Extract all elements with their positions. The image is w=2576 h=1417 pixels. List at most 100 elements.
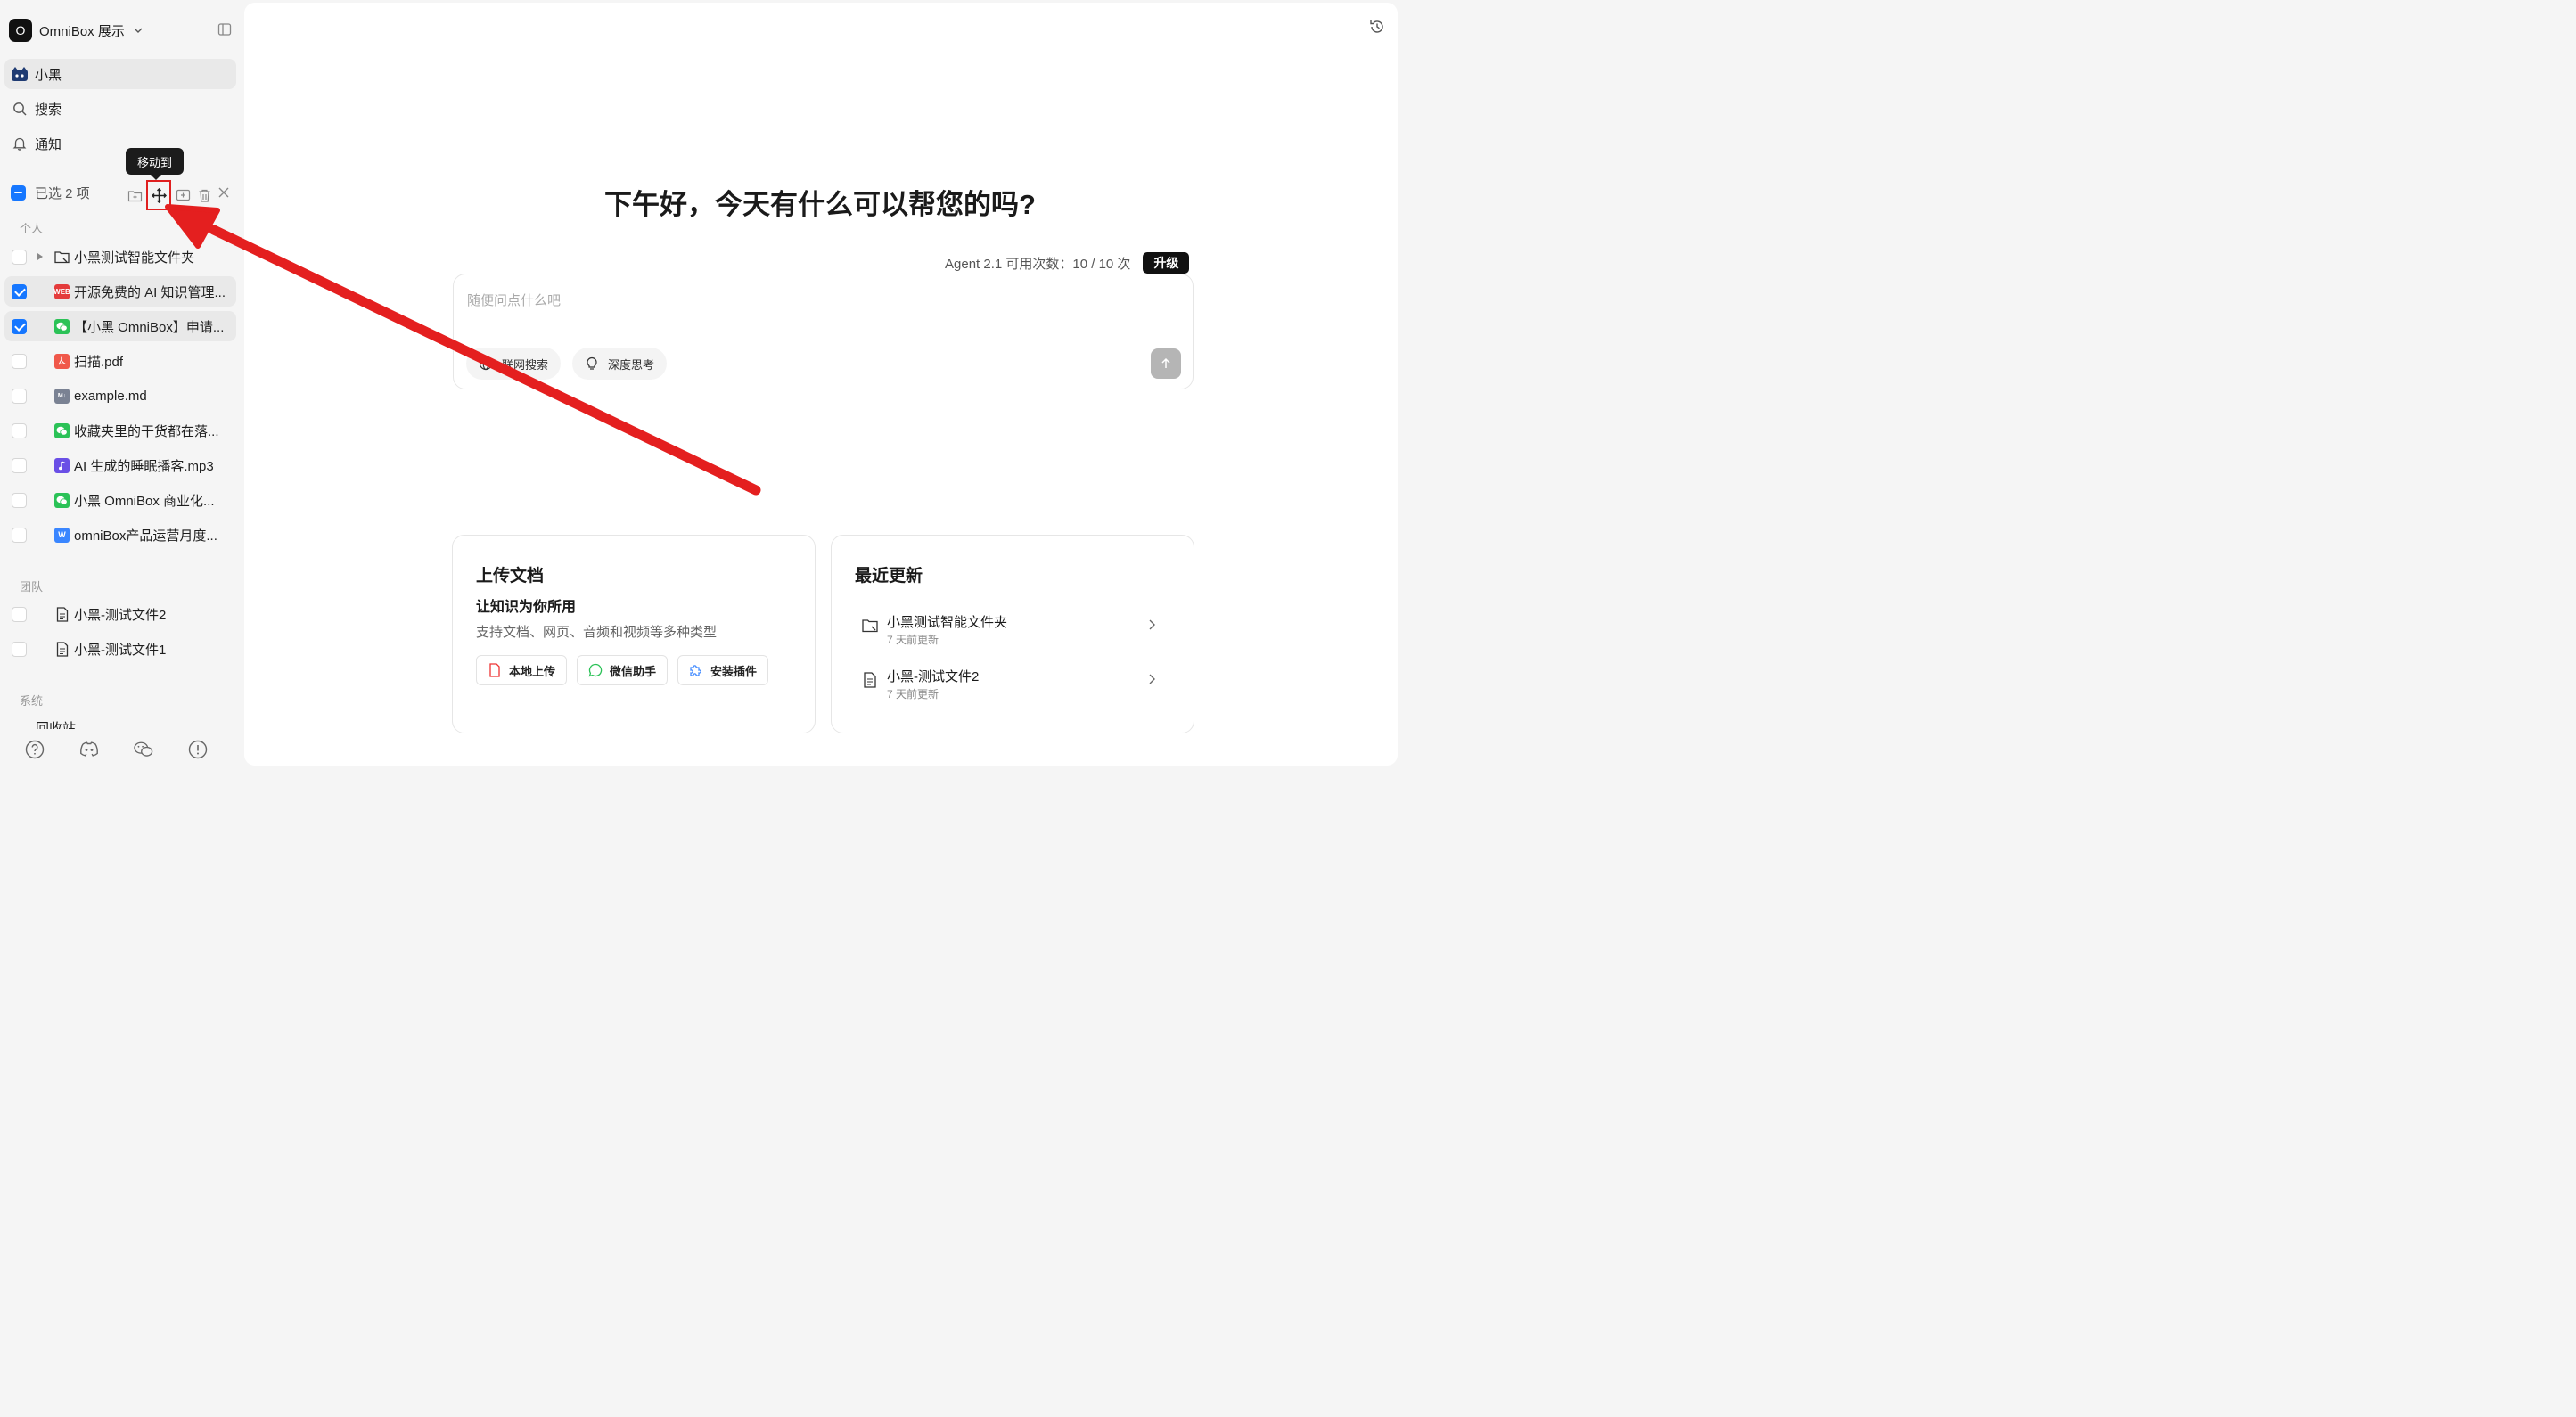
item-name: omniBox产品运营月度... bbox=[74, 528, 217, 544]
recent-item[interactable]: 小黑-测试文件2 7 天前更新 bbox=[855, 667, 1176, 706]
web-page-icon: WEB bbox=[53, 283, 70, 299]
item-checkbox[interactable] bbox=[12, 249, 27, 265]
item-name: 小黑-测试文件1 bbox=[74, 642, 167, 658]
expand-caret-icon[interactable] bbox=[37, 253, 43, 260]
wechat-contact-icon[interactable] bbox=[134, 740, 153, 759]
list-item[interactable]: 小黑 OmniBox 商业化... bbox=[4, 485, 236, 515]
chat-input-box[interactable]: 随便问点什么吧 联网搜索 深度思考 bbox=[453, 274, 1194, 389]
selection-count: 已选 2 项 bbox=[35, 185, 90, 201]
chevron-right-icon bbox=[1149, 674, 1155, 684]
upload-card-subtitle: 让知识为你所用 bbox=[476, 600, 577, 615]
item-checkbox[interactable] bbox=[12, 527, 27, 543]
deep-think-label: 深度思考 bbox=[608, 357, 655, 372]
list-item[interactable]: 小黑测试智能文件夹 bbox=[4, 242, 236, 272]
item-checkbox[interactable] bbox=[12, 318, 27, 334]
local-upload-label: 本地上传 bbox=[509, 664, 556, 678]
close-icon[interactable] bbox=[216, 184, 232, 201]
item-checkbox[interactable] bbox=[12, 457, 27, 473]
item-name: 小黑测试智能文件夹 bbox=[74, 250, 195, 266]
list-item[interactable]: 【小黑 OmniBox】申请... bbox=[4, 311, 236, 341]
item-checkbox[interactable] bbox=[12, 283, 27, 299]
lightbulb-icon bbox=[587, 356, 597, 370]
sidebar-toggle-icon[interactable] bbox=[217, 22, 232, 37]
chat-plus-icon bbox=[176, 189, 190, 201]
feedback-icon[interactable] bbox=[188, 740, 208, 759]
item-checkbox[interactable] bbox=[12, 353, 27, 369]
recent-card: 最近更新 小黑测试智能文件夹 7 天前更新 小黑-测试文件2 7 天前更新 bbox=[831, 535, 1194, 733]
sidebar: O OmniBox 展示 小黑 搜索 通知 移动到 已选 2 项 个人 小黑测试… bbox=[0, 0, 244, 769]
list-item[interactable]: 小黑-测试文件1 bbox=[4, 634, 236, 664]
workspace-avatar: O bbox=[9, 19, 32, 42]
folder-plus-icon bbox=[127, 190, 142, 201]
markdown-icon: M↓ bbox=[54, 388, 70, 404]
help-icon[interactable] bbox=[25, 740, 45, 759]
send-button[interactable] bbox=[1151, 348, 1181, 379]
greeting-title: 下午好，今天有什么可以帮您的吗? bbox=[244, 182, 1398, 222]
delete-button[interactable] bbox=[194, 184, 214, 207]
list-item[interactable]: WEB 开源免费的 AI 知识管理... bbox=[4, 276, 236, 307]
wechat-icon bbox=[54, 318, 70, 334]
list-item[interactable]: 扫描.pdf bbox=[4, 346, 236, 376]
wechat-icon bbox=[54, 492, 70, 508]
document-icon bbox=[54, 641, 70, 657]
workspace-switcher[interactable]: O OmniBox 展示 bbox=[9, 18, 235, 43]
deep-think-toggle[interactable]: 深度思考 bbox=[572, 348, 668, 380]
item-checkbox[interactable] bbox=[12, 422, 27, 438]
new-folder-button[interactable] bbox=[125, 184, 144, 207]
list-item[interactable]: 收藏夹里的干货都在落... bbox=[4, 415, 236, 446]
item-name: 开源免费的 AI 知识管理... bbox=[74, 284, 226, 300]
install-plugin-label: 安装插件 bbox=[710, 664, 758, 678]
nav-item-home[interactable]: 小黑 bbox=[4, 59, 236, 89]
chevron-down-icon bbox=[134, 28, 143, 33]
discord-icon[interactable] bbox=[79, 740, 99, 759]
install-plugin-button[interactable]: 安装插件 bbox=[677, 655, 769, 685]
move-icon bbox=[151, 187, 167, 203]
list-item[interactable]: M↓ example.md bbox=[4, 381, 236, 411]
trash-label: 回收站 bbox=[36, 721, 77, 729]
add-to-chat-button[interactable] bbox=[173, 184, 193, 207]
history-icon[interactable] bbox=[1369, 19, 1385, 35]
quota-text: Agent 2.1 可用次数：10 / 10 次 bbox=[945, 256, 1131, 272]
recent-item-name: 小黑测试智能文件夹 bbox=[887, 615, 1008, 630]
select-all-checkbox[interactable] bbox=[11, 184, 26, 201]
tooltip-move-to: 移动到 bbox=[126, 148, 184, 180]
agent-quota: Agent 2.1 可用次数：10 / 10 次 升级 bbox=[945, 252, 1190, 274]
upload-card-desc: 支持文档、网页、音频和视频等多种类型 bbox=[476, 625, 718, 640]
wechat-assistant-label: 微信助手 bbox=[610, 664, 657, 678]
nav-label-search: 搜索 bbox=[35, 102, 62, 118]
chat-input-placeholder[interactable]: 随便问点什么吧 bbox=[467, 291, 561, 309]
upgrade-button[interactable]: 升级 bbox=[1143, 252, 1190, 274]
item-checkbox[interactable] bbox=[12, 492, 27, 508]
bottom-toolbar bbox=[25, 740, 242, 759]
nav-item-search[interactable]: 搜索 bbox=[4, 94, 236, 124]
wechat-assistant-button[interactable]: 微信助手 bbox=[577, 655, 669, 685]
item-name: AI 生成的睡眠播客.mp3 bbox=[74, 458, 214, 474]
recent-item-time: 7 天前更新 bbox=[887, 688, 939, 700]
item-checkbox[interactable] bbox=[12, 388, 27, 404]
nav-item-notifications[interactable]: 通知 bbox=[4, 128, 236, 159]
upload-card: 上传文档 让知识为你所用 支持文档、网页、音频和视频等多种类型 本地上传 微信助… bbox=[452, 535, 816, 733]
nav-label-home: 小黑 bbox=[35, 67, 62, 83]
wechat-icon bbox=[54, 422, 70, 438]
trash-item-clipped[interactable]: 回收站 bbox=[12, 718, 235, 729]
web-search-label: 联网搜索 bbox=[502, 357, 549, 372]
item-name: example.md bbox=[74, 388, 147, 404]
bell-icon bbox=[12, 135, 28, 152]
audio-icon bbox=[54, 457, 70, 473]
list-item[interactable]: AI 生成的睡眠播客.mp3 bbox=[4, 450, 236, 480]
chat-bubble-icon bbox=[588, 663, 603, 677]
web-search-toggle[interactable]: 联网搜索 bbox=[466, 348, 562, 380]
recent-item[interactable]: 小黑测试智能文件夹 7 天前更新 bbox=[855, 612, 1176, 651]
section-team: 团队 bbox=[20, 580, 44, 594]
selection-bar: 已选 2 项 bbox=[11, 180, 237, 210]
puzzle-icon bbox=[690, 665, 701, 676]
cat-logo-icon bbox=[12, 66, 28, 82]
item-name: 小黑 OmniBox 商业化... bbox=[74, 493, 215, 509]
item-checkbox[interactable] bbox=[12, 641, 27, 657]
local-upload-button[interactable]: 本地上传 bbox=[476, 655, 568, 685]
item-checkbox[interactable] bbox=[12, 606, 27, 622]
list-item[interactable]: W omniBox产品运营月度... bbox=[4, 520, 236, 550]
list-item[interactable]: 小黑-测试文件2 bbox=[4, 599, 236, 629]
move-to-button[interactable] bbox=[146, 180, 171, 210]
section-personal: 个人 bbox=[20, 222, 44, 235]
